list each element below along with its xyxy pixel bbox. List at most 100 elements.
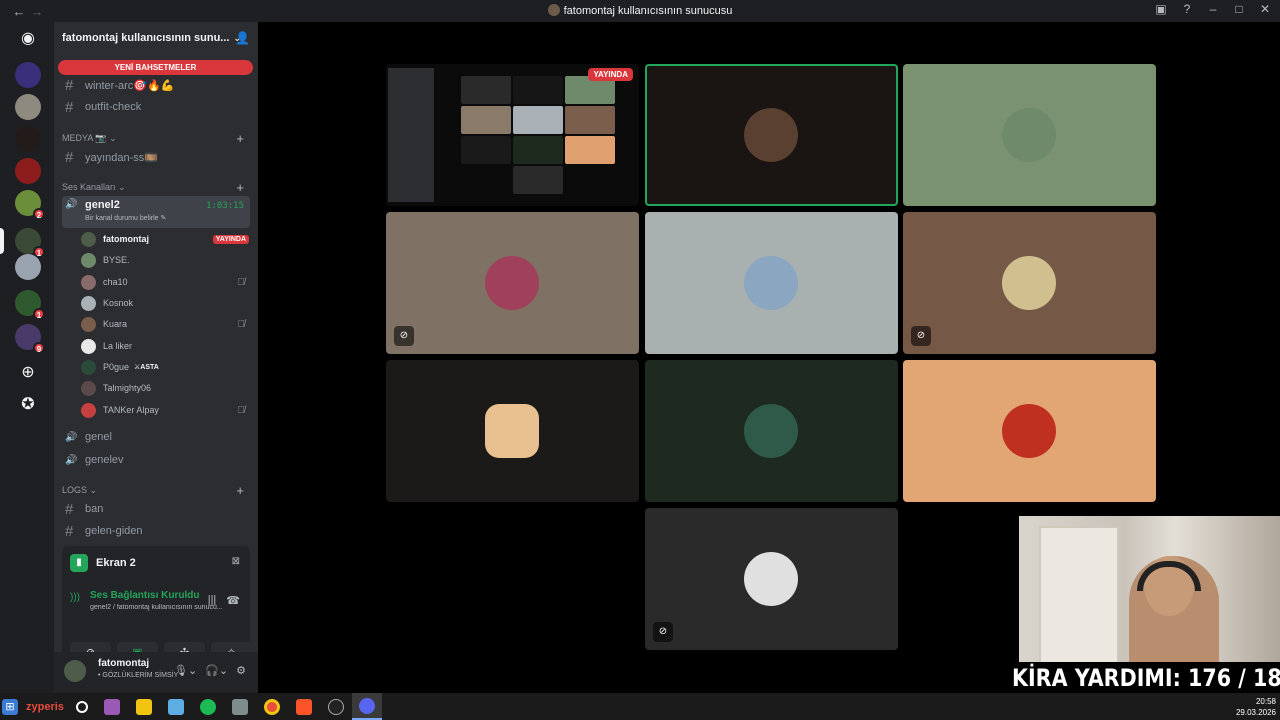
inbox-icon[interactable]: ▣ bbox=[1154, 2, 1168, 16]
voice-user[interactable]: Kuara 🎙̸ bbox=[81, 314, 249, 334]
voice-user[interactable]: TANKer Alpay 🎙̸ bbox=[81, 400, 249, 420]
photos-icon[interactable] bbox=[103, 698, 120, 715]
category-voice[interactable]: Ses Kanalları ⌄ + bbox=[62, 180, 250, 195]
channel-outfit-check[interactable]: # outfit-check bbox=[62, 97, 250, 117]
noise-suppression-icon[interactable]: ||| bbox=[208, 594, 217, 607]
speaker-icon: 🔊 bbox=[65, 431, 78, 443]
avatar bbox=[744, 256, 798, 310]
voice-user[interactable]: BYSE. bbox=[81, 250, 249, 270]
hash-icon: # bbox=[65, 76, 74, 94]
user-bar: fatomontaj • GÖZLÜKLERİM SİMSİY 🎙⌄ 🎧⌄ ⚙ bbox=[54, 652, 258, 693]
voice-user[interactable]: Kosnok bbox=[81, 293, 249, 313]
taskbar-app-label[interactable]: zyperis bbox=[26, 701, 64, 713]
screen-icon: ▮ bbox=[70, 554, 88, 572]
add-server-icon[interactable]: ⊕ bbox=[15, 360, 41, 386]
active-server-indicator bbox=[0, 228, 4, 254]
discord-taskbar-button[interactable] bbox=[351, 693, 382, 720]
server-icon-4[interactable] bbox=[15, 158, 41, 184]
close-button[interactable]: ✕ bbox=[1258, 2, 1272, 16]
server-icon-5[interactable]: 2 bbox=[15, 190, 45, 220]
stop-stream-icon[interactable]: ⊠ bbox=[232, 556, 240, 567]
new-mentions-banner[interactable]: YENİ BAHSETMELER bbox=[58, 60, 253, 75]
gear-icon[interactable]: ⚙ bbox=[236, 664, 246, 677]
windows-start-icon[interactable]: ⊞ bbox=[2, 698, 18, 715]
invite-people-icon[interactable]: 👤 bbox=[235, 31, 250, 45]
add-channel-icon[interactable]: + bbox=[236, 483, 244, 498]
participant-tile[interactable] bbox=[903, 64, 1156, 206]
server-folder[interactable]: 1 bbox=[15, 290, 45, 320]
chrome-icon[interactable] bbox=[263, 698, 280, 715]
add-channel-icon[interactable]: + bbox=[236, 131, 244, 146]
participant-tile[interactable]: ⊘ bbox=[903, 212, 1156, 354]
category-media[interactable]: MEDYA 📷 ⌄ + bbox=[62, 131, 250, 146]
participant-tile[interactable] bbox=[645, 64, 898, 206]
headphones-icon[interactable]: 🎧⌄ bbox=[205, 664, 228, 677]
microphone-icon[interactable]: 🎙⌄ bbox=[174, 664, 197, 677]
voice-user[interactable]: Talmighty06 bbox=[81, 378, 249, 398]
system-clock[interactable]: 20:58 29.03.2026 bbox=[1236, 696, 1276, 718]
discord-icon bbox=[358, 697, 375, 714]
voice-channel-genel[interactable]: 🔊 genel bbox=[62, 427, 250, 447]
hash-icon: # bbox=[65, 148, 74, 166]
search-icon[interactable] bbox=[75, 700, 88, 713]
avatar bbox=[1002, 108, 1056, 162]
calculator-icon[interactable] bbox=[231, 698, 248, 715]
voice-user[interactable]: La liker bbox=[81, 336, 249, 356]
channel-status[interactable]: Bir kanal durumu belirle ✎ bbox=[85, 214, 166, 222]
help-icon[interactable]: ? bbox=[1180, 2, 1194, 16]
server-icon-7[interactable] bbox=[15, 254, 41, 280]
voice-channel-genel2[interactable]: 🔊 genel2 1:03:15 Bir kanal durumu belirl… bbox=[62, 196, 250, 228]
rent-goal-overlay: KİRA YARDIMI: 176 / 180 bbox=[1012, 664, 1280, 692]
participant-tile[interactable] bbox=[386, 360, 639, 502]
channel-gelen-giden[interactable]: # gelen-giden bbox=[62, 521, 250, 541]
add-channel-icon[interactable]: + bbox=[236, 180, 244, 195]
minimize-button[interactable]: – bbox=[1206, 2, 1220, 16]
participant-tile[interactable] bbox=[903, 360, 1156, 502]
discord-home-icon[interactable]: ◉ bbox=[15, 26, 41, 52]
participant-tile[interactable]: ⊘ bbox=[386, 212, 639, 354]
category-logs[interactable]: LOGS ⌄ + bbox=[62, 483, 250, 498]
channel-ban[interactable]: # ban bbox=[62, 499, 250, 519]
server-icon-active[interactable]: 1 bbox=[15, 228, 45, 258]
connection-status[interactable]: Ses Bağlantısı Kuruldu bbox=[90, 590, 199, 601]
channel-winter-arc[interactable]: # winter-arc🎯🔥💪 bbox=[62, 75, 250, 95]
notification-badge: 1 bbox=[33, 308, 45, 320]
muted-mic-icon: 🎙̸ bbox=[237, 276, 246, 288]
server-icon-1[interactable] bbox=[15, 62, 41, 88]
folder-icon[interactable] bbox=[135, 698, 152, 715]
avatar bbox=[81, 338, 96, 354]
voice-user[interactable]: fatomontaj YAYINDA bbox=[81, 229, 249, 249]
user-status: • GÖZLÜKLERİM SİMSİY bbox=[98, 672, 179, 679]
avatar bbox=[485, 256, 539, 310]
maximize-button[interactable]: □ bbox=[1232, 2, 1246, 16]
participant-tile[interactable] bbox=[645, 360, 898, 502]
disconnect-icon[interactable]: ☎ bbox=[226, 594, 240, 607]
speaker-icon: 🔊 bbox=[65, 199, 78, 210]
store-icon[interactable] bbox=[167, 698, 184, 715]
username[interactable]: fatomontaj bbox=[98, 658, 149, 669]
preview-cell bbox=[461, 76, 511, 104]
avatar bbox=[1002, 256, 1056, 310]
user-avatar[interactable] bbox=[64, 660, 86, 682]
server-icon-9[interactable]: 9 bbox=[15, 324, 45, 354]
avatar bbox=[81, 359, 96, 375]
preview-cell bbox=[461, 106, 511, 134]
avatar bbox=[81, 316, 96, 332]
voice-user[interactable]: cha10 🎙̸ bbox=[81, 272, 249, 292]
live-badge: YAYINDA bbox=[212, 234, 249, 244]
obs-icon[interactable] bbox=[327, 698, 344, 715]
voice-user[interactable]: P0gue ⚔ASTA bbox=[81, 357, 249, 377]
avatar bbox=[81, 380, 96, 396]
brave-icon[interactable] bbox=[295, 698, 312, 715]
participant-tile[interactable] bbox=[645, 212, 898, 354]
voice-channel-genelev[interactable]: 🔊 genelev bbox=[62, 450, 250, 470]
channel-yayindan-ss[interactable]: # yayından-ss🎞️ bbox=[62, 147, 250, 167]
stream-tile[interactable]: YAYINDA bbox=[386, 64, 639, 206]
server-avatar-icon bbox=[547, 4, 560, 16]
spotify-icon[interactable] bbox=[199, 698, 216, 715]
server-icon-2[interactable] bbox=[15, 94, 41, 120]
server-header[interactable]: fatomontaj kullanıcısının sunu... ⌄ 👤 bbox=[54, 22, 258, 54]
participant-tile[interactable]: ⊘ bbox=[645, 508, 898, 650]
explore-icon[interactable]: ✪ bbox=[15, 392, 41, 418]
server-icon-3[interactable] bbox=[15, 126, 41, 152]
